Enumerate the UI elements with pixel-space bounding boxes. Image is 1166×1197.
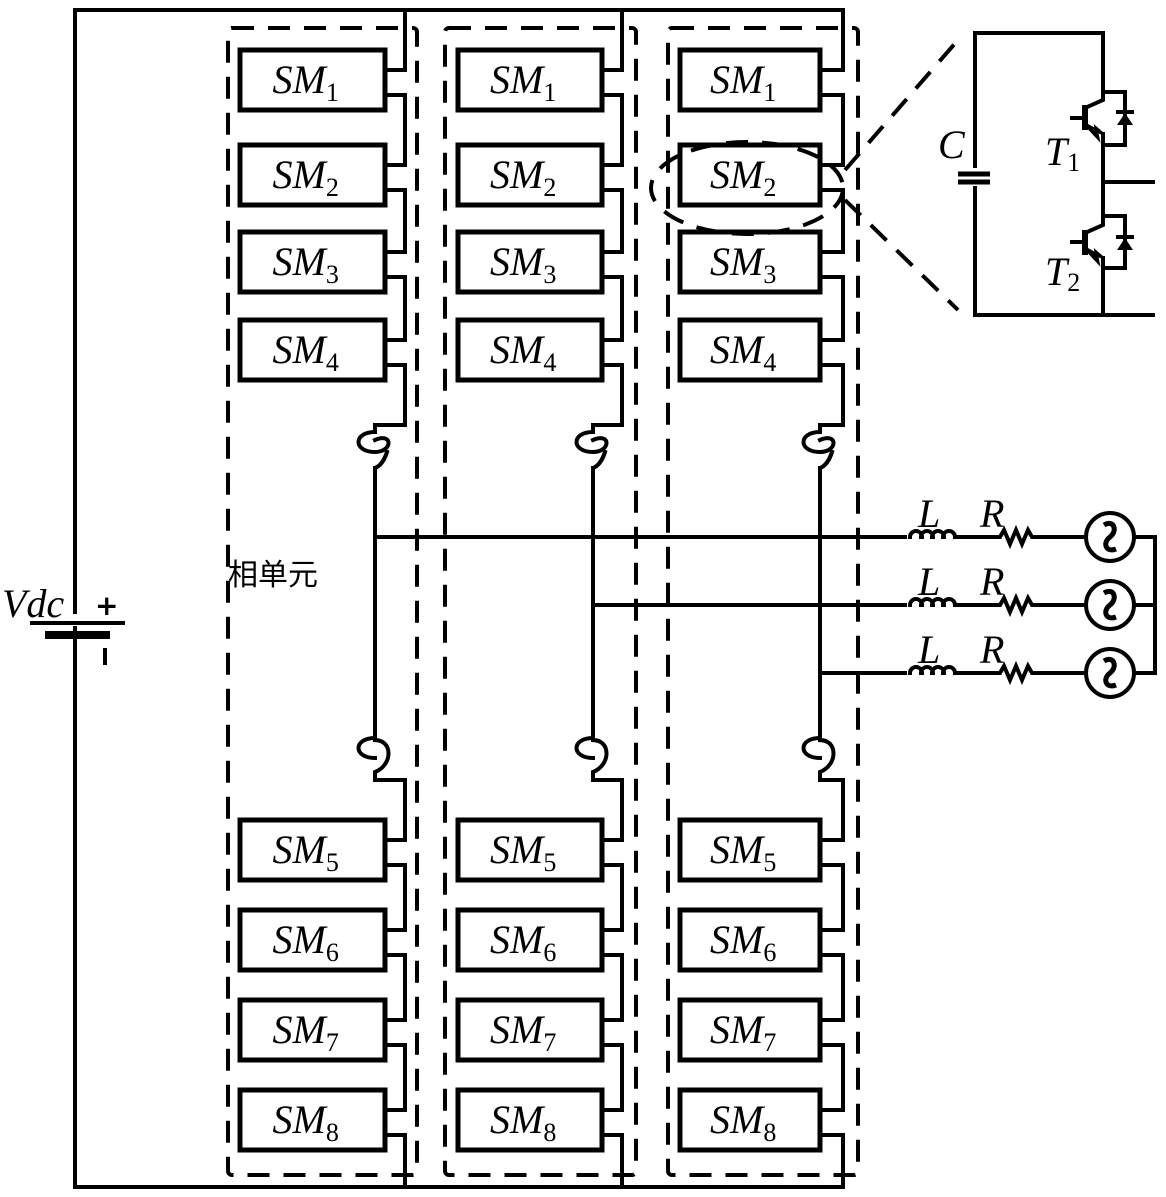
sine-wave-icon xyxy=(1102,589,1117,621)
vdc-plus-sign: + xyxy=(95,589,118,622)
arm-top-wire xyxy=(383,8,407,72)
submodule-link-wire xyxy=(600,93,624,167)
resistor-icon xyxy=(956,524,1087,550)
submodule-link-wire xyxy=(600,953,624,1022)
submodule-sm1: SM1 xyxy=(455,47,605,113)
inductor-label: L xyxy=(917,491,940,536)
submodule-link-wire xyxy=(383,188,407,254)
phase-units: SM1SM2SM3SM4SM5SM6SM7SM8SM1SM2SM3SM4SM5S… xyxy=(226,8,907,1189)
load-row-2: LR xyxy=(907,559,1157,631)
submodule-sm6: SM6 xyxy=(237,907,388,973)
submodule-sm3: SM3 xyxy=(455,229,605,295)
ac-load-network: L RL RL R xyxy=(907,491,1157,699)
submodule-link-wire xyxy=(818,863,845,932)
arm-top-wire xyxy=(818,8,845,72)
submodule-sm4: SM4 xyxy=(237,317,388,383)
submodule-link-wire xyxy=(383,93,407,167)
submodule-link-wire xyxy=(818,1043,845,1112)
arm-top-wire xyxy=(600,8,624,72)
arm-bottom-wire xyxy=(383,1133,407,1189)
zoom-line-bottom xyxy=(843,198,960,312)
submodule-sm5: SM5 xyxy=(237,817,388,883)
submodule-frame xyxy=(973,31,1105,317)
submodule-link-wire xyxy=(600,863,624,932)
submodule-link-wire xyxy=(383,953,407,1022)
sine-wave-icon xyxy=(1102,657,1117,689)
load-row-3: LR xyxy=(907,627,1157,699)
load-row-1: LR xyxy=(907,491,1157,563)
submodule-sm3: SM3 xyxy=(677,229,823,295)
capacitor-label: C xyxy=(938,122,966,167)
mmc-circuit-diagram: Vdc + SM1SM2SM3SM4SM5SM6SM7SM8SM1SM2SM3S… xyxy=(2,8,1157,1189)
submodule-sm7: SM7 xyxy=(455,997,605,1063)
submodule-sm8: SM8 xyxy=(455,1087,605,1153)
submodule-link-wire xyxy=(383,275,407,342)
submodule-link-wire xyxy=(600,275,624,342)
submodule-sm6: SM6 xyxy=(455,907,605,973)
submodule-sm2: SM2 xyxy=(455,142,605,208)
submodule-link-wire xyxy=(383,1043,407,1112)
submodule-sm4: SM4 xyxy=(677,317,823,383)
submodule-link-wire xyxy=(818,93,845,167)
phase-unit-3: SM1 SM2 SM3 SM4 SM5 SM6 SM7 SM8 xyxy=(666,8,907,1189)
submodule-sm6: SM6 xyxy=(677,907,823,973)
t2-label: T2 xyxy=(1045,249,1080,297)
submodule-sm1: SM1 xyxy=(237,47,388,113)
submodule-sm8: SM8 xyxy=(677,1087,823,1153)
inductor-label: L xyxy=(917,559,940,604)
submodule-sm2: SM2 xyxy=(237,142,388,208)
submodule-link-wire xyxy=(818,953,845,1022)
igbt-t2-icon xyxy=(1070,213,1134,270)
submodule-link-wire xyxy=(818,275,845,342)
resistor-label: R xyxy=(979,559,1004,604)
submodule-sm3: SM3 xyxy=(237,229,388,295)
resistor-label: R xyxy=(979,491,1004,536)
submodule-sm2: SM2 xyxy=(677,142,823,208)
arm-bottom-wire xyxy=(600,1133,624,1189)
t1-label: T1 xyxy=(1045,129,1080,177)
inductor-label: L xyxy=(917,627,940,672)
phase-unit-2: SM1 SM2 SM3 SM4 SM5 SM6 SM7 SM8 xyxy=(443,8,907,1189)
submodule-sm1: SM1 xyxy=(677,47,823,113)
submodule-link-wire xyxy=(600,1043,624,1112)
resistor-icon xyxy=(956,660,1087,686)
submodule-link-wire xyxy=(383,863,407,932)
top-bus-wire xyxy=(73,8,845,42)
submodule-sm4: SM4 xyxy=(455,317,605,383)
submodule-sm7: SM7 xyxy=(237,997,388,1063)
submodule-sm5: SM5 xyxy=(677,817,823,883)
submodule-sm8: SM8 xyxy=(237,1087,388,1153)
resistor-label: R xyxy=(979,627,1004,672)
submodule-sm7: SM7 xyxy=(677,997,823,1063)
phase-unit-label: 相单元 xyxy=(228,558,318,593)
submodule-link-wire xyxy=(600,188,624,254)
igbt-t1-icon xyxy=(1070,86,1134,147)
resistor-icon xyxy=(956,592,1087,618)
sine-wave-icon xyxy=(1102,521,1117,553)
submodule-detail: C T1 T2 xyxy=(938,31,1155,317)
arm-inductor-upper-icon xyxy=(574,429,609,472)
upper-arm-exit-wire xyxy=(818,363,845,434)
vdc-label: Vdc xyxy=(2,581,64,626)
submodule-sm5: SM5 xyxy=(455,817,605,883)
arm-bottom-wire xyxy=(818,1133,845,1189)
arm-inductor-upper-icon xyxy=(356,429,391,472)
arm-inductor-upper-icon xyxy=(801,429,836,472)
